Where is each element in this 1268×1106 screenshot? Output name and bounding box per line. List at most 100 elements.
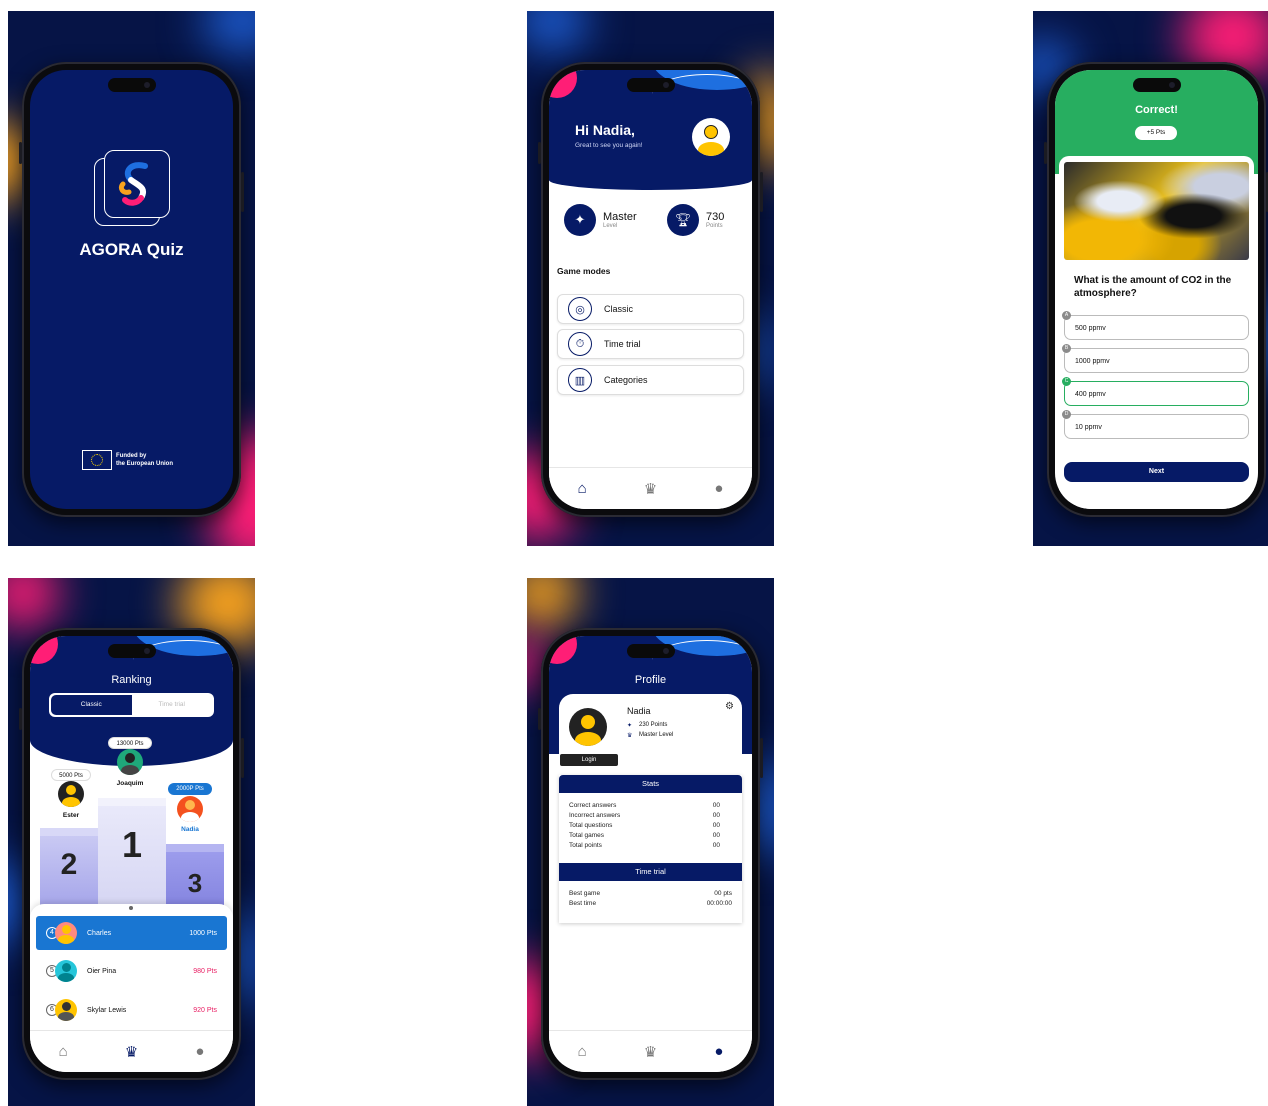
profile-panel: Profile Login Nadia ✦ 230 Points ♛ Maste… xyxy=(527,578,774,1106)
dynamic-island xyxy=(1132,78,1181,92)
phone-frame: Profile Login Nadia ✦ 230 Points ♛ Maste… xyxy=(538,628,763,1080)
mode-categories[interactable]: ▥ Categories xyxy=(557,365,744,395)
list-item[interactable]: 6 Skylar Lewis 920 Pts xyxy=(36,993,227,1027)
greeting: Hi Nadia, xyxy=(575,122,635,138)
phone-frame: AGORA Quiz Funded by the European Union xyxy=(19,62,244,517)
podium-points-1: 13000 Pts xyxy=(108,737,152,749)
dynamic-island xyxy=(626,644,675,658)
game-modes-title: Game modes xyxy=(557,266,611,276)
profile-tab-icon[interactable]: ● xyxy=(714,480,723,497)
phone-frame: Correct! +5 Pts What is the amount of CO… xyxy=(1044,62,1268,517)
tab-classic[interactable]: Classic xyxy=(51,695,132,715)
ranking-tabs: Classic Time trial xyxy=(49,693,214,717)
profile-tab-icon[interactable]: ● xyxy=(714,1043,723,1060)
trophy-tab-icon[interactable]: ♛ xyxy=(644,1043,657,1061)
app-logo xyxy=(94,150,170,226)
avatar-joaquim xyxy=(117,749,143,775)
stats-title: Stats xyxy=(559,775,742,793)
stats-list: Correct answers 00 Incorrect answers 00 To… xyxy=(569,802,720,849)
next-button[interactable]: Next xyxy=(1064,462,1249,482)
logo-s-icon xyxy=(118,162,148,206)
question-image xyxy=(1064,162,1249,260)
list-points: 980 Pts xyxy=(193,967,217,975)
home-icon[interactable]: ⌂ xyxy=(59,1043,68,1060)
tab-time-trial[interactable]: Time trial xyxy=(132,695,213,715)
dynamic-island xyxy=(626,78,675,92)
dynamic-island xyxy=(107,644,156,658)
podium-name-1: Joaquim xyxy=(116,780,144,787)
list-name: Oier Pina xyxy=(87,967,117,975)
points-stat: 🏆︎ 730 Points xyxy=(667,204,724,236)
answer-a[interactable]: A 500 ppmv xyxy=(1062,311,1249,340)
list-handle xyxy=(129,906,133,910)
trophy-icon: 🏆︎ xyxy=(667,204,699,236)
trophy-icon: ♛ xyxy=(627,733,633,739)
time-trial-list: Best game 00 pts Best time 00:00:00 xyxy=(569,890,732,907)
profile-name: Nadia xyxy=(627,706,651,716)
app-title: AGORA Quiz xyxy=(79,240,184,259)
mode-time-trial[interactable]: ⏱︎ Time trial xyxy=(557,329,744,359)
points-value: 730 xyxy=(706,211,725,223)
answer-b[interactable]: B 1000 ppmv xyxy=(1062,344,1249,373)
podium-block-1: 1 xyxy=(98,798,166,906)
quiz-panel: Correct! +5 Pts What is the amount of CO… xyxy=(1033,11,1268,546)
user-avatar[interactable] xyxy=(692,118,730,156)
chart-icon: ▥ xyxy=(568,368,592,392)
avatar-charles xyxy=(55,922,77,944)
mode-classic[interactable]: ◎ Classic xyxy=(557,294,744,324)
avatar-ester xyxy=(58,781,84,807)
eu-funding: Funded by the European Union xyxy=(82,450,173,470)
podium-block-3: 3 xyxy=(166,844,224,906)
list-item[interactable]: 4 Charles 1000 Pts xyxy=(36,916,227,950)
result-title: Correct! xyxy=(1135,104,1178,116)
sparkle-icon: ✦ xyxy=(627,723,633,729)
phone-frame: Ranking Classic Time trial 13000 Pts Joa… xyxy=(19,628,244,1080)
podium-points-2: 5000 Pts xyxy=(51,769,91,781)
answer-d[interactable]: D 10 ppmv xyxy=(1062,410,1249,439)
stopwatch-icon: ⏱︎ xyxy=(568,332,592,356)
answer-c[interactable]: C 400 ppmv xyxy=(1062,377,1249,406)
profile-title: Profile xyxy=(634,674,667,686)
tab-bar: ⌂ ♛ ● xyxy=(549,467,752,509)
trophy-tab-icon[interactable]: ♛ xyxy=(125,1043,138,1061)
avatar-skylar xyxy=(55,999,77,1021)
home-icon[interactable]: ⌂ xyxy=(578,1043,587,1060)
ranking-panel: Ranking Classic Time trial 13000 Pts Joa… xyxy=(8,578,255,1106)
profile-tab-icon[interactable]: ● xyxy=(195,1043,204,1060)
points-label: Points xyxy=(706,223,723,229)
home-panel: Hi Nadia, Great to see you again! ✦ Mast… xyxy=(527,11,774,546)
level-value: Master xyxy=(603,211,637,223)
podium-points-3: 2000P Pts xyxy=(168,783,212,795)
settings-icon[interactable]: ⚙︎ xyxy=(725,701,734,712)
splash-panel: AGORA Quiz Funded by the European Union xyxy=(8,11,255,546)
dynamic-island xyxy=(107,78,156,92)
profile-level: Master Level xyxy=(639,732,674,738)
trophy-tab-icon[interactable]: ♛ xyxy=(644,480,657,498)
greeting-subtitle: Great to see you again! xyxy=(575,142,643,149)
level-stat: ✦ Master Level xyxy=(564,204,637,236)
avatar-nadia xyxy=(177,796,203,822)
funding-line1: Funded by xyxy=(116,453,147,459)
login-button[interactable]: Login xyxy=(560,754,618,766)
podium-name-3: Nadia xyxy=(181,826,199,833)
points-badge: +5 Pts xyxy=(1135,126,1177,140)
list-points: 1000 Pts xyxy=(189,929,217,937)
question-text: What is the amount of CO2 in the atmosph… xyxy=(1074,275,1232,299)
podium-block-2: 2 xyxy=(40,828,98,906)
eu-flag-icon xyxy=(82,450,112,470)
list-item[interactable]: 5 Oier Pina 980 Pts xyxy=(36,954,227,988)
avatar-oier xyxy=(55,960,77,982)
home-icon[interactable]: ⌂ xyxy=(578,480,587,497)
funding-line2: the European Union xyxy=(116,461,173,467)
sparkle-icon: ✦ xyxy=(564,204,596,236)
profile-avatar xyxy=(569,708,607,746)
profile-points: 230 Points xyxy=(639,722,668,728)
tab-bar: ⌂ ♛ ● xyxy=(30,1030,233,1072)
list-name: Charles xyxy=(87,929,112,937)
podium-name-2: Ester xyxy=(62,812,80,819)
tab-bar: ⌂ ♛ ● xyxy=(549,1030,752,1072)
target-icon: ◎ xyxy=(568,297,592,321)
list-points: 920 Pts xyxy=(193,1006,217,1014)
ranking-title: Ranking xyxy=(111,674,152,686)
phone-frame: Hi Nadia, Great to see you again! ✦ Mast… xyxy=(538,62,763,517)
